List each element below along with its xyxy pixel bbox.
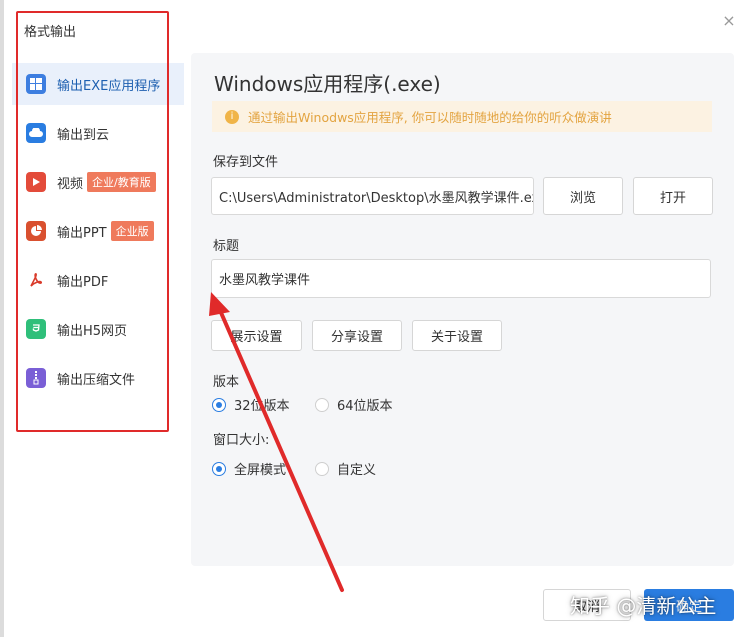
format-sidebar: 输出EXE应用程序 输出到云 视频 企业/教育版 输出PPT 企业版 输出PDF…	[12, 63, 184, 406]
sidebar-item-h5[interactable]: 输出H5网页	[12, 308, 184, 350]
zip-icon	[26, 368, 46, 388]
window-size-label: 窗口大小:	[213, 433, 270, 448]
radio-32bit[interactable]: 32位版本	[212, 395, 290, 414]
radio-label: 64位版本	[337, 399, 393, 414]
about-settings-button[interactable]: 关于设置	[412, 320, 502, 351]
windows-icon	[26, 74, 46, 94]
cancel-button[interactable]: 取消	[543, 589, 631, 621]
title-input[interactable]: 水墨风教学课件	[211, 259, 711, 298]
open-button[interactable]: 打开	[633, 177, 713, 215]
share-settings-button[interactable]: 分享设置	[312, 320, 402, 351]
sidebar-item-pdf[interactable]: 输出PDF	[12, 259, 184, 301]
export-dialog: 格式输出 × 输出EXE应用程序 输出到云 视频 企业/教育版 输出PPT 企业…	[0, 0, 752, 637]
sidebar-item-label: 输出H5网页	[57, 323, 128, 339]
html5-icon	[26, 319, 46, 339]
sidebar-item-label: 输出压缩文件	[57, 372, 136, 388]
pdf-icon	[26, 270, 46, 290]
video-icon	[26, 172, 46, 192]
sidebar-item-label: 输出到云	[57, 127, 110, 143]
ok-button[interactable]: 确定	[644, 589, 734, 621]
sidebar-item-label: 输出PDF	[57, 274, 109, 290]
sidebar-item-label: 视频	[57, 176, 84, 192]
save-to-file-label: 保存到文件	[213, 155, 279, 170]
radio-fullscreen[interactable]: 全屏模式	[212, 459, 286, 478]
page-title: Windows应用程序(.exe)	[214, 72, 441, 96]
edition-badge: 企业版	[110, 221, 154, 241]
radio-button[interactable]	[315, 397, 329, 412]
sidebar-item-label: 输出PPT	[57, 225, 107, 241]
dialog-title: 格式输出	[24, 25, 77, 40]
cloud-icon	[26, 123, 46, 143]
save-path-input[interactable]: C:\Users\Administrator\Desktop\水墨风教学课件.e…	[211, 177, 534, 215]
sidebar-item-label: 输出EXE应用程序	[57, 78, 161, 94]
radio-button[interactable]	[212, 397, 226, 412]
close-icon[interactable]: ×	[720, 12, 738, 30]
background-strip	[0, 0, 4, 637]
ppt-icon	[26, 221, 46, 241]
sidebar-item-ppt[interactable]: 输出PPT 企业版	[12, 210, 184, 252]
sidebar-item-zip[interactable]: 输出压缩文件	[12, 357, 184, 399]
title-label: 标题	[213, 239, 240, 254]
display-settings-button[interactable]: 展示设置	[211, 320, 302, 351]
radio-64bit[interactable]: 64位版本	[315, 395, 393, 414]
version-label: 版本	[213, 375, 240, 390]
radio-custom[interactable]: 自定义	[315, 459, 376, 478]
info-notice: i 通过输出Winodws应用程序, 你可以随时随地的给你的听众做演讲	[212, 101, 712, 132]
browse-button[interactable]: 浏览	[543, 177, 623, 215]
edition-badge: 企业/教育版	[87, 172, 156, 192]
notice-text: 通过输出Winodws应用程序, 你可以随时随地的给你的听众做演讲	[248, 110, 612, 125]
info-icon: i	[225, 109, 239, 124]
radio-button[interactable]	[315, 461, 329, 476]
radio-label: 全屏模式	[234, 463, 287, 478]
sidebar-item-exe[interactable]: 输出EXE应用程序	[12, 63, 184, 105]
sidebar-item-video[interactable]: 视频 企业/教育版	[12, 161, 184, 203]
radio-button[interactable]	[212, 461, 226, 476]
sidebar-item-cloud[interactable]: 输出到云	[12, 112, 184, 154]
radio-label: 32位版本	[234, 399, 290, 414]
radio-label: 自定义	[337, 463, 377, 478]
exe-settings-panel: Windows应用程序(.exe) i 通过输出Winodws应用程序, 你可以…	[191, 53, 734, 566]
